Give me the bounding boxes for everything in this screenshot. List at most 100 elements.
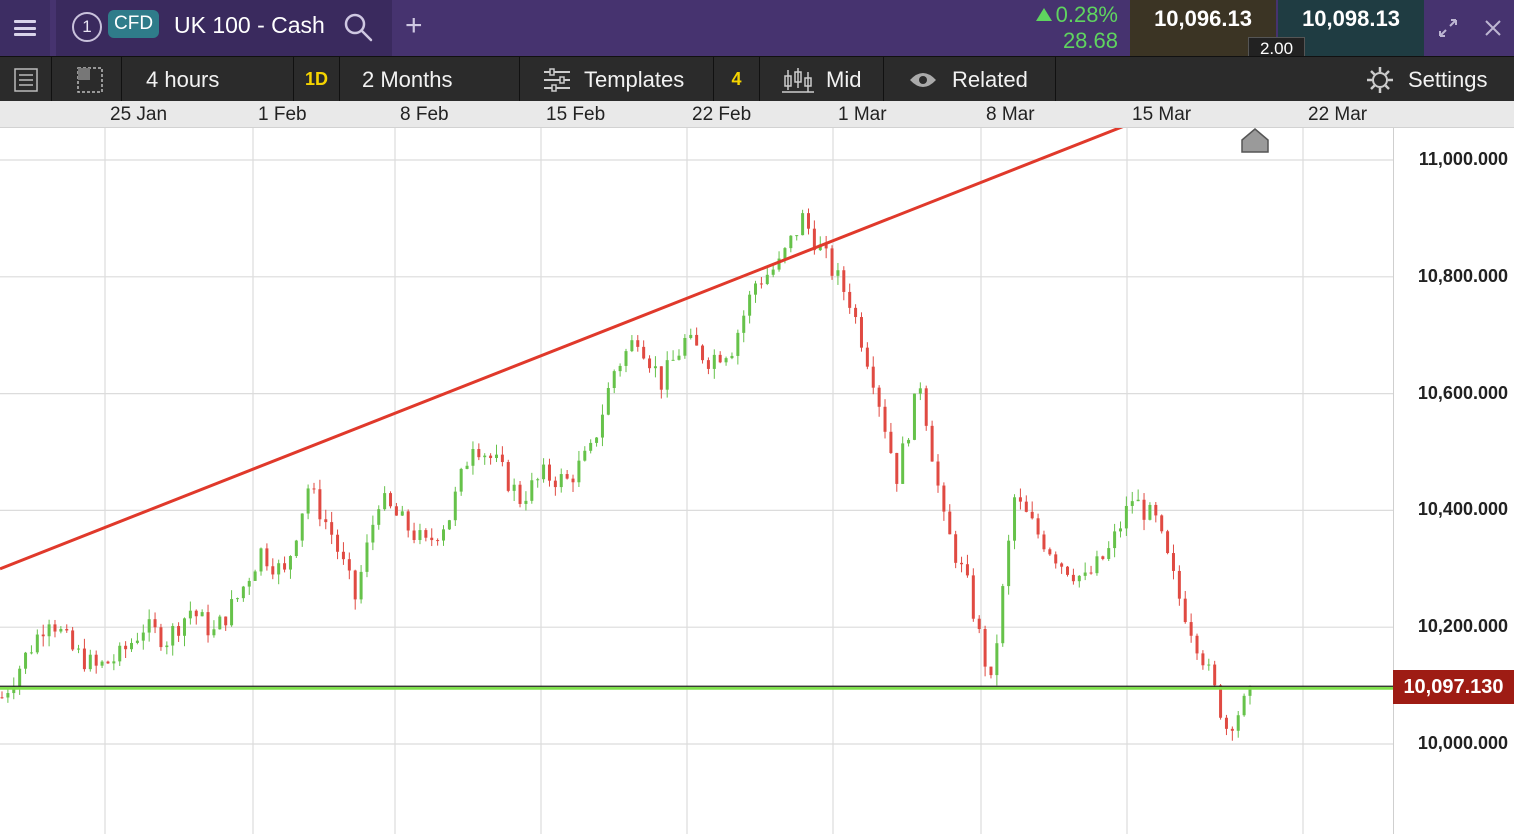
candle-down bbox=[983, 629, 987, 667]
candle-up bbox=[1077, 575, 1081, 582]
templates-button[interactable]: Templates bbox=[520, 57, 714, 102]
chart-toolbar: 4 hours 1D 2 Months Templates 4 Mid Rela… bbox=[0, 56, 1514, 102]
interval-selector[interactable]: 4 hours bbox=[122, 57, 294, 102]
plus-icon[interactable]: + bbox=[405, 11, 423, 41]
candle-down bbox=[889, 431, 893, 453]
candle-down bbox=[924, 388, 928, 426]
search-icon[interactable] bbox=[342, 11, 374, 43]
candle-up bbox=[18, 668, 22, 687]
settings-label: Settings bbox=[1408, 66, 1488, 92]
candle-up bbox=[754, 283, 758, 295]
chart-grid bbox=[0, 128, 1393, 834]
candle-down bbox=[265, 548, 269, 567]
candle-up bbox=[689, 334, 693, 338]
candle-up bbox=[253, 571, 257, 581]
period-selector[interactable]: 2 Months bbox=[340, 57, 520, 102]
trendline[interactable] bbox=[0, 128, 1127, 571]
candle-up bbox=[306, 488, 310, 514]
candle-down bbox=[318, 489, 322, 520]
home-marker-icon[interactable] bbox=[1241, 128, 1269, 153]
price-tick-label: 10,800.000 bbox=[1417, 265, 1508, 286]
candle-down bbox=[877, 387, 881, 407]
price-chart[interactable] bbox=[0, 128, 1514, 834]
candle-up bbox=[1001, 586, 1005, 644]
candle-up bbox=[742, 315, 746, 333]
settings-button[interactable]: Settings bbox=[1356, 57, 1514, 102]
candle-down bbox=[312, 488, 316, 490]
price-tick-label: 10,600.000 bbox=[1417, 382, 1508, 403]
candle-down bbox=[1054, 554, 1058, 564]
expand-button[interactable] bbox=[1426, 0, 1470, 56]
candle-up bbox=[736, 332, 740, 356]
tab-number-badge: 1 bbox=[72, 12, 102, 42]
candle-up bbox=[77, 648, 81, 650]
templates-count-badge: 4 bbox=[714, 57, 760, 102]
candle-down bbox=[506, 462, 510, 491]
candle-up bbox=[612, 371, 616, 389]
candle-up bbox=[530, 480, 534, 501]
candle-down bbox=[94, 654, 98, 666]
candle-up bbox=[100, 661, 104, 666]
related-button[interactable]: Related bbox=[884, 57, 1056, 102]
candle-down bbox=[347, 559, 351, 571]
candle-up bbox=[1107, 548, 1111, 559]
candle-up bbox=[618, 365, 622, 372]
menu-button[interactable] bbox=[0, 0, 50, 56]
spread-badge: 2.00 bbox=[1248, 37, 1305, 58]
date-tick-label: 15 Mar bbox=[1132, 104, 1192, 125]
candle-down bbox=[177, 626, 181, 636]
candle-up bbox=[1113, 531, 1117, 549]
eye-icon bbox=[910, 72, 936, 87]
candle-down bbox=[53, 624, 57, 632]
candle-down bbox=[224, 616, 228, 626]
candle-up bbox=[277, 563, 281, 575]
candle-up bbox=[459, 468, 463, 492]
gear-icon bbox=[1367, 66, 1393, 93]
candle-down bbox=[1066, 566, 1070, 575]
date-tick-label: 8 Feb bbox=[400, 104, 449, 125]
menu-icon bbox=[14, 20, 36, 36]
candle-down bbox=[1219, 685, 1223, 718]
candle-down bbox=[989, 666, 993, 676]
expand-icon bbox=[1439, 19, 1457, 37]
candle-down bbox=[759, 283, 763, 285]
candle-down bbox=[565, 474, 569, 479]
candle-up bbox=[200, 612, 204, 617]
price-axis[interactable]: 11,000.000 10,800.000 10,600.000 10,400.000… bbox=[1393, 128, 1514, 834]
candle-up bbox=[1124, 505, 1128, 529]
market-tab[interactable]: 1 CFD UK 100 - Cash bbox=[56, 0, 392, 56]
candle-up bbox=[1013, 497, 1017, 541]
candle-down bbox=[159, 627, 163, 648]
candle-up bbox=[783, 248, 787, 259]
candle-down bbox=[353, 570, 357, 600]
candle-up bbox=[130, 642, 134, 650]
interval-badge[interactable]: 1D bbox=[294, 57, 340, 102]
layout-icon bbox=[76, 66, 103, 93]
candle-down bbox=[706, 360, 710, 369]
price-tick-label: 10,200.000 bbox=[1417, 616, 1508, 637]
candle-down bbox=[895, 452, 899, 484]
candle-up bbox=[112, 661, 116, 664]
candle-up bbox=[247, 580, 251, 587]
candle-down bbox=[1171, 553, 1175, 571]
price-type-selector[interactable]: Mid bbox=[760, 57, 884, 102]
candle-up bbox=[665, 360, 669, 390]
candle-down bbox=[489, 455, 493, 459]
candle-up bbox=[907, 439, 911, 444]
date-axis[interactable]: 25 Jan 1 Feb 8 Feb 15 Feb 22 Feb 1 Mar 8… bbox=[0, 101, 1514, 128]
top-bar: 1 CFD UK 100 - Cash + 0.28% 28.68 10,096… bbox=[0, 0, 1514, 58]
candle-down bbox=[648, 358, 652, 369]
candle-down bbox=[971, 575, 975, 619]
candle-up bbox=[235, 598, 239, 600]
chart-list-button[interactable] bbox=[0, 57, 52, 102]
candle-up bbox=[630, 340, 634, 352]
candle-up bbox=[724, 358, 728, 363]
date-tick-label: 22 Feb bbox=[692, 104, 752, 125]
candle-up bbox=[912, 393, 916, 440]
layout-button[interactable] bbox=[58, 57, 122, 102]
candle-down bbox=[1101, 556, 1105, 559]
candle-down bbox=[571, 478, 575, 483]
close-button[interactable] bbox=[1472, 0, 1514, 56]
sliders-icon bbox=[544, 67, 570, 92]
candle-down bbox=[659, 366, 663, 390]
